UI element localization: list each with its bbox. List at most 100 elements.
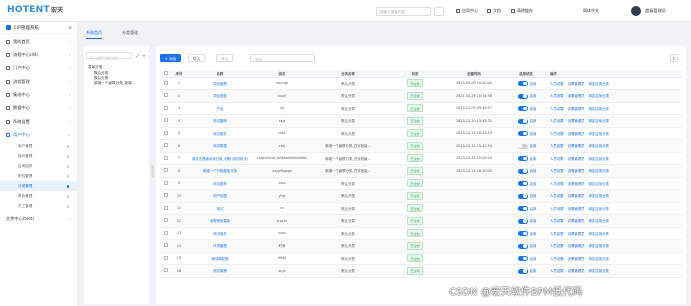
category-name-link[interactable]: 用户权限 bbox=[186, 189, 254, 203]
enable-toggle[interactable] bbox=[517, 93, 528, 99]
enable-toggle[interactable] bbox=[517, 206, 528, 211]
header-checkbox-cell[interactable] bbox=[160, 70, 172, 78]
set-admin-link[interactable]: 设置管理员 bbox=[568, 132, 585, 136]
people-setting-link[interactable]: 人员设置 bbox=[550, 244, 564, 248]
tab-home[interactable]: 系统首页 bbox=[86, 30, 102, 39]
row-checkbox[interactable] bbox=[164, 168, 168, 173]
bind-app-category-link[interactable]: 绑定应用分类 bbox=[589, 94, 609, 98]
table-row[interactable]: 16 测试管理 xcyz 默认分类 已生效 启用 人员设置 设置管理员 绑定应用分类 bbox=[160, 264, 682, 278]
row-checkbox[interactable] bbox=[164, 193, 168, 198]
app-center-button[interactable]: 应用中心 bbox=[456, 8, 478, 14]
row-checkbox[interactable] bbox=[164, 105, 168, 110]
set-admin-link[interactable]: 设置管理员 bbox=[568, 194, 585, 198]
enable-toggle[interactable] bbox=[517, 81, 528, 86]
bind-app-category-link[interactable]: 绑定应用分类 bbox=[589, 257, 609, 261]
set-admin-link[interactable]: 设置管理员 bbox=[568, 82, 585, 86]
row-checkbox-cell[interactable] bbox=[160, 127, 172, 140]
row-checkbox-cell[interactable] bbox=[160, 202, 172, 215]
tree-node[interactable]: 新增一个级联分类_新增... bbox=[94, 81, 148, 86]
row-checkbox[interactable] bbox=[164, 130, 168, 135]
category-name-link[interactable]: 测试组件 bbox=[186, 127, 254, 140]
people-setting-link[interactable]: 人员设置 bbox=[550, 107, 564, 111]
set-admin-link[interactable]: 设置管理员 bbox=[568, 169, 585, 173]
set-admin-link[interactable]: 设置管理员 bbox=[568, 207, 585, 211]
row-checkbox-cell[interactable] bbox=[160, 114, 172, 128]
document-button[interactable]: 文档 bbox=[487, 8, 501, 14]
enable-toggle[interactable] bbox=[517, 256, 528, 261]
search-button[interactable] bbox=[434, 7, 444, 16]
sidebar-item[interactable]: 集成中心 › bbox=[0, 88, 77, 101]
category-name-link[interactable]: 测试数据 bbox=[186, 139, 254, 153]
column-header[interactable]: 创建时间 bbox=[444, 70, 504, 78]
table-row[interactable]: 9 测试推荐 csjq 默认分类 已生效 启用 人员设置 设置管理员 绑定应用分类 bbox=[160, 177, 682, 190]
sidebar-item[interactable]: 门户中心 › bbox=[0, 61, 77, 74]
people-setting-link[interactable]: 人员设置 bbox=[550, 232, 564, 236]
set-admin-link[interactable]: 设置管理员 bbox=[568, 182, 585, 186]
row-checkbox[interactable] bbox=[164, 205, 168, 210]
people-setting-link[interactable]: 人员设置 bbox=[550, 169, 564, 173]
table-row[interactable]: 13 测试组件 csaz 默认分类 已生效 启用 人员设置 设置管理员 绑定应用分类 bbox=[160, 227, 682, 240]
bind-app-category-link[interactable]: 绑定应用分类 bbox=[589, 182, 609, 186]
row-checkbox-cell[interactable] bbox=[160, 189, 172, 203]
row-checkbox[interactable] bbox=[164, 93, 168, 98]
category-name-link[interactable]: 环境管理 bbox=[186, 239, 254, 253]
sidebar-item[interactable]: 文件中心(test) › bbox=[0, 211, 77, 224]
people-setting-link[interactable]: 人员设置 bbox=[550, 94, 564, 98]
table-row[interactable]: 11 测试 cs 默认分类 已生效 启用 人员设置 设置管理员 绑定应用分类 bbox=[160, 202, 682, 215]
tab-category[interactable]: 分类管理 bbox=[122, 30, 138, 36]
table-row[interactable]: 10 用户权限 yhjz 默认分类 已生效 启用 人员设置 设置管理员 绑定应用分类 bbox=[160, 189, 682, 203]
bind-app-category-link[interactable]: 绑定应用分类 bbox=[589, 269, 609, 273]
category-name-link[interactable]: 项目进度 bbox=[186, 89, 254, 103]
tree-node-root[interactable]: 表单分类 bbox=[88, 65, 102, 70]
sidebar-subitem[interactable]: 员工管理 bbox=[0, 201, 77, 211]
set-admin-link[interactable]: 设置管理员 bbox=[568, 144, 585, 148]
row-checkbox-cell[interactable] bbox=[160, 264, 172, 278]
people-setting-link[interactable]: 人员设置 bbox=[550, 82, 564, 86]
category-name-link[interactable]: 测试管理 bbox=[186, 264, 254, 278]
enable-toggle[interactable] bbox=[517, 181, 528, 186]
category-name-link[interactable]: 新增一个只能增加分类 bbox=[186, 164, 254, 178]
row-checkbox-cell[interactable] bbox=[160, 89, 172, 103]
table-row[interactable]: 2 项目进度 kuph 默认分类 已生效 2021-10-26 10:14:56 启用 人员设… bbox=[160, 89, 682, 103]
category-name-link[interactable]: 项目管理 bbox=[186, 77, 254, 90]
menu-toggle-icon[interactable]: ≡ bbox=[68, 26, 72, 31]
people-setting-link[interactable]: 人员设置 bbox=[550, 219, 564, 223]
category-name-link[interactable]: 流程审批模板 bbox=[186, 214, 254, 228]
sidebar-item[interactable]: 数据中心 › bbox=[0, 101, 77, 114]
bind-app-category-link[interactable]: 绑定应用分类 bbox=[589, 207, 609, 211]
people-setting-link[interactable]: 人员设置 bbox=[550, 182, 564, 186]
set-admin-link[interactable]: 设置管理员 bbox=[568, 244, 585, 248]
row-checkbox-cell[interactable] bbox=[160, 152, 172, 165]
table-search-input[interactable]: 搜索 bbox=[250, 54, 315, 62]
people-setting-link[interactable]: 人员设置 bbox=[550, 157, 564, 161]
row-checkbox[interactable] bbox=[164, 268, 168, 273]
row-checkbox-cell[interactable] bbox=[160, 239, 172, 253]
row-checkbox-cell[interactable] bbox=[160, 227, 172, 240]
people-setting-link[interactable]: 人员设置 bbox=[550, 207, 564, 211]
tree-filter-input[interactable]: 输入关键字进行过滤 bbox=[86, 52, 132, 60]
sidebar-item[interactable]: 系统设置 › bbox=[0, 114, 77, 127]
table-row[interactable]: 8 新增一个只能增加分类 xzyjzfljqzgs 新增一个级联分类_在字段级... 已… bbox=[160, 164, 682, 178]
user-name[interactable]: 超级管理员 bbox=[645, 8, 666, 14]
refresh-icon[interactable]: ↻ bbox=[670, 54, 678, 62]
bind-app-category-link[interactable]: 绑定应用分类 bbox=[589, 119, 609, 123]
row-checkbox[interactable] bbox=[164, 180, 168, 185]
bind-app-category-link[interactable]: 绑定应用分类 bbox=[589, 232, 609, 236]
set-admin-link[interactable]: 设置管理员 bbox=[568, 257, 585, 261]
table-row[interactable]: 15 移动端权限 9999 默认分类 已生效 启用 人员设置 设置管理员 绑定应用分类 bbox=[160, 252, 682, 265]
enable-toggle[interactable] bbox=[517, 106, 528, 111]
collapse-icon[interactable]: ≡ bbox=[142, 53, 145, 58]
set-admin-link[interactable]: 设置管理员 bbox=[568, 94, 585, 98]
global-search-input[interactable]: 请输入搜索内容 bbox=[376, 7, 431, 16]
category-name-link[interactable]: 移动端权限 bbox=[186, 252, 254, 265]
set-admin-link[interactable]: 设置管理员 bbox=[568, 119, 585, 123]
table-row[interactable]: 4 测试图例 csjz 默认分类 已生效 2023-11-20 13:45:31 启用 人员设… bbox=[160, 114, 682, 128]
bind-app-category-link[interactable]: 绑定应用分类 bbox=[589, 244, 609, 248]
people-setting-link[interactable]: 人员设置 bbox=[550, 194, 564, 198]
people-setting-link[interactable]: 人员设置 bbox=[550, 144, 564, 148]
sidebar-item[interactable]: 我的首页 › bbox=[0, 34, 77, 47]
bind-app-category-link[interactable]: 绑定应用分类 bbox=[589, 194, 609, 198]
enable-toggle[interactable] bbox=[517, 243, 528, 249]
avatar[interactable] bbox=[631, 6, 641, 16]
category-name-link[interactable]: 测试推荐 bbox=[186, 177, 254, 190]
